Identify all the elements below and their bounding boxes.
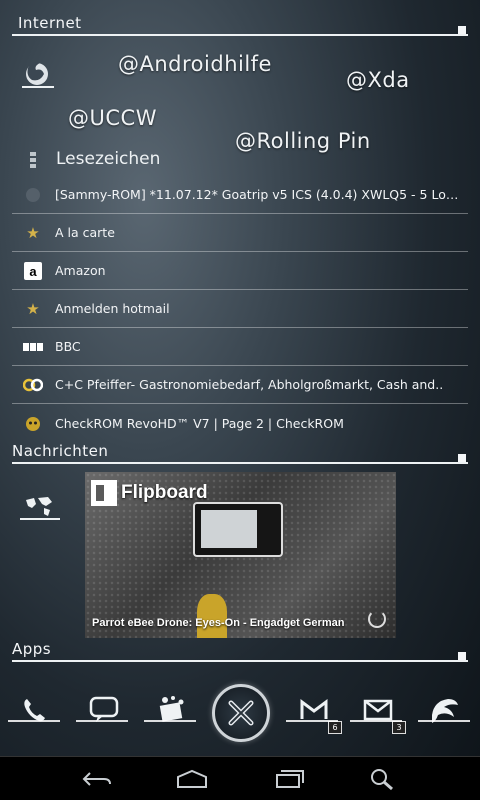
refresh-icon[interactable] [368, 610, 386, 628]
section-square-marker [458, 454, 466, 462]
bookmark-label: C+C Pfeiffer- Gastronomiebedarf, Abholgr… [55, 377, 444, 392]
email-icon[interactable]: 3 [356, 688, 406, 734]
section-divider [12, 660, 468, 662]
bookmark-label: Amazon [55, 263, 106, 278]
bookmark-item[interactable]: [Sammy-ROM] *11.07.12* Goatrip v5 ICS (4… [12, 176, 468, 214]
bookmark-item[interactable]: a Amazon [12, 252, 468, 290]
search-icon[interactable] [362, 765, 402, 793]
flipboard-name: Flipboard [121, 482, 208, 503]
bookmarks-list: [Sammy-ROM] *11.07.12* Goatrip v5 ICS (4… [12, 176, 468, 442]
firefox-icon[interactable] [20, 58, 56, 92]
tag-xda-link[interactable]: @Xda [346, 68, 410, 92]
messaging-icon[interactable] [82, 688, 126, 732]
bookmark-label: BBC [55, 339, 81, 354]
internet-section-header: Internet [12, 14, 468, 36]
recent-apps-icon[interactable] [270, 765, 310, 793]
section-divider [12, 34, 468, 36]
apps-section-title: Apps [12, 640, 52, 658]
news-photo-foot [197, 594, 227, 638]
bookmarks-title: Lesezeichen [56, 149, 161, 169]
dock-shelf-line [144, 720, 196, 722]
tag-androidhilfe-link[interactable]: @Androidhilfe [118, 52, 272, 76]
star-icon: ★ [26, 223, 40, 242]
back-icon[interactable] [76, 765, 116, 793]
system-navigation-bar [0, 756, 480, 800]
bookmark-item[interactable]: ★ A la carte [12, 214, 468, 252]
gmail-icon[interactable]: 6 [292, 688, 342, 734]
photo-gallery-icon[interactable] [150, 688, 194, 732]
dock-shelf-line [418, 720, 470, 722]
bookmark-item[interactable]: CheckROM RevoHD™ V7 | Page 2 | CheckROM [12, 404, 468, 442]
app-drawer-x-icon [228, 700, 254, 726]
flipboard-logo: Flipboard [91, 480, 208, 506]
section-square-marker [458, 652, 466, 660]
bookmark-item[interactable]: C+C Pfeiffer- Gastronomiebedarf, Abholgr… [12, 366, 468, 404]
bookmark-label: [Sammy-ROM] *11.07.12* Goatrip v5 ICS (4… [55, 187, 460, 202]
globe-news-icon[interactable] [20, 492, 60, 522]
checkrom-icon [22, 412, 44, 434]
bookmark-label: CheckROM RevoHD™ V7 | Page 2 | CheckROM [55, 415, 344, 431]
gmail-unread-badge: 6 [328, 721, 342, 734]
dock-shelf-line [286, 720, 338, 722]
phone-icon[interactable] [12, 688, 56, 732]
cc-icon [22, 374, 44, 396]
internet-section-title: Internet [18, 14, 82, 32]
section-square-marker [458, 26, 466, 34]
dock-shelf-line [350, 720, 402, 722]
nachrichten-section-title: Nachrichten [12, 442, 109, 460]
dock-shelf-line [76, 720, 128, 722]
dolphin-browser-icon[interactable] [422, 688, 466, 732]
tag-rolling-pin-link[interactable]: @Rolling Pin [235, 129, 371, 153]
bookmark-item[interactable]: BBC [12, 328, 468, 366]
app-drawer-button[interactable] [212, 684, 270, 742]
nachrichten-section-header: Nachrichten [12, 442, 468, 464]
flipboard-news-widget[interactable]: Flipboard Parrot eBee Drone: Eyes-On - E… [85, 472, 396, 638]
bookmark-label: Anmelden hotmail [55, 301, 170, 316]
dock-shelf-line [8, 720, 60, 722]
news-headline: Parrot eBee Drone: Eyes-On - Engadget Ge… [92, 617, 345, 629]
bbc-icon [22, 336, 44, 358]
news-photo-camera [193, 502, 283, 557]
email-unread-badge: 3 [392, 721, 406, 734]
svg-text:a: a [29, 264, 37, 279]
star-icon: ★ [26, 299, 40, 318]
apps-section-header: Apps [12, 640, 468, 662]
amazon-icon: a [22, 260, 44, 282]
android-icon [22, 184, 44, 206]
bookmarks-menu-icon [30, 152, 36, 168]
tag-uccw-link[interactable]: @UCCW [68, 106, 157, 130]
section-divider [12, 462, 468, 464]
home-icon[interactable] [172, 765, 212, 793]
flipboard-icon [91, 480, 117, 506]
bookmark-label: A la carte [55, 225, 115, 240]
bookmark-item[interactable]: ★ Anmelden hotmail [12, 290, 468, 328]
